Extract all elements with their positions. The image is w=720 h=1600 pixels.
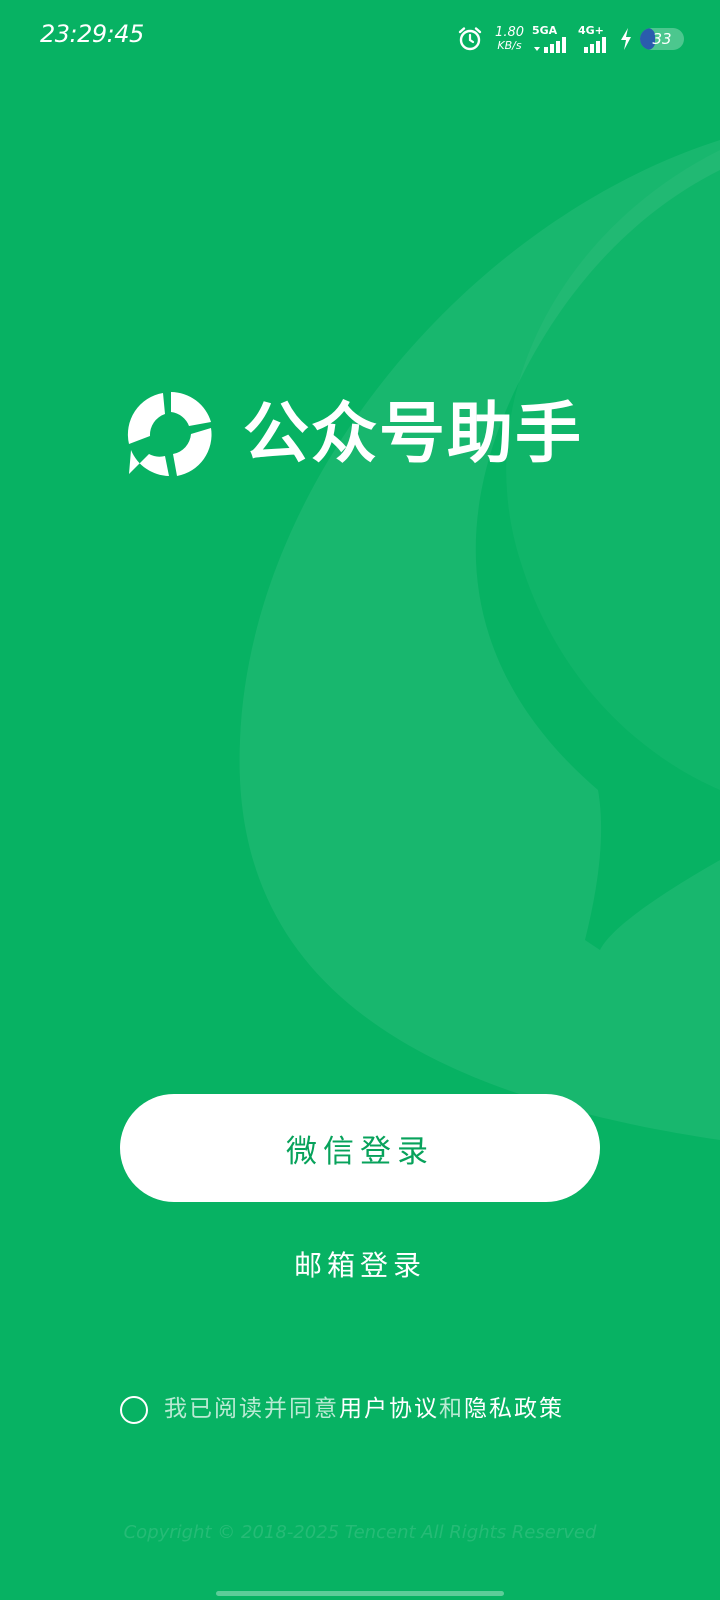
charging-icon [620,28,632,50]
battery-indicator: 33 [640,28,684,50]
app-logo-icon [125,388,217,480]
agreement-row: 我已阅读并同意用户协议和隐私政策 [120,1386,564,1426]
status-bar: 23:29:45 1.80 KB/s 5GA 4G+ 33 [0,0,720,76]
email-login-link[interactable]: 邮箱登录 [0,1244,720,1284]
home-indicator[interactable] [216,1591,504,1596]
sim2-label: 4G+ [578,24,604,37]
privacy-policy-link[interactable]: 隐私政策 [464,1396,564,1422]
agreement-prefix: 我已阅读并同意 [164,1396,339,1422]
network-speed-value: 1.80 [495,25,524,40]
agreement-checkbox[interactable] [120,1396,148,1424]
agreement-text: 我已阅读并同意用户协议和隐私政策 [164,1389,564,1423]
background-decoration [239,140,720,1140]
alarm-clock-icon [457,26,483,52]
wechat-login-button[interactable]: 微信登录 [120,1094,600,1202]
sim1-label: 5GA [532,24,558,37]
status-icons: 1.80 KB/s 5GA 4G+ 33 [457,22,684,56]
agreement-conjunction: 和 [439,1396,464,1422]
signal-bars-icon [584,37,606,53]
sim2-signal: 4G+ [578,25,612,53]
signal-bars-icon [534,37,566,53]
sim1-signal: 5GA [532,25,570,53]
copyright-text: Copyright © 2018-2025 Tencent All Rights… [123,1522,597,1543]
app-name: 公众号助手 [243,395,583,472]
network-speed-unit: KB/s [497,39,522,52]
status-time: 23:29:45 [40,20,144,48]
battery-level: 33 [652,30,672,48]
user-agreement-link[interactable]: 用户协议 [339,1396,439,1422]
app-logo: 公众号助手 [125,388,583,480]
network-speed: 1.80 KB/s [495,26,524,52]
